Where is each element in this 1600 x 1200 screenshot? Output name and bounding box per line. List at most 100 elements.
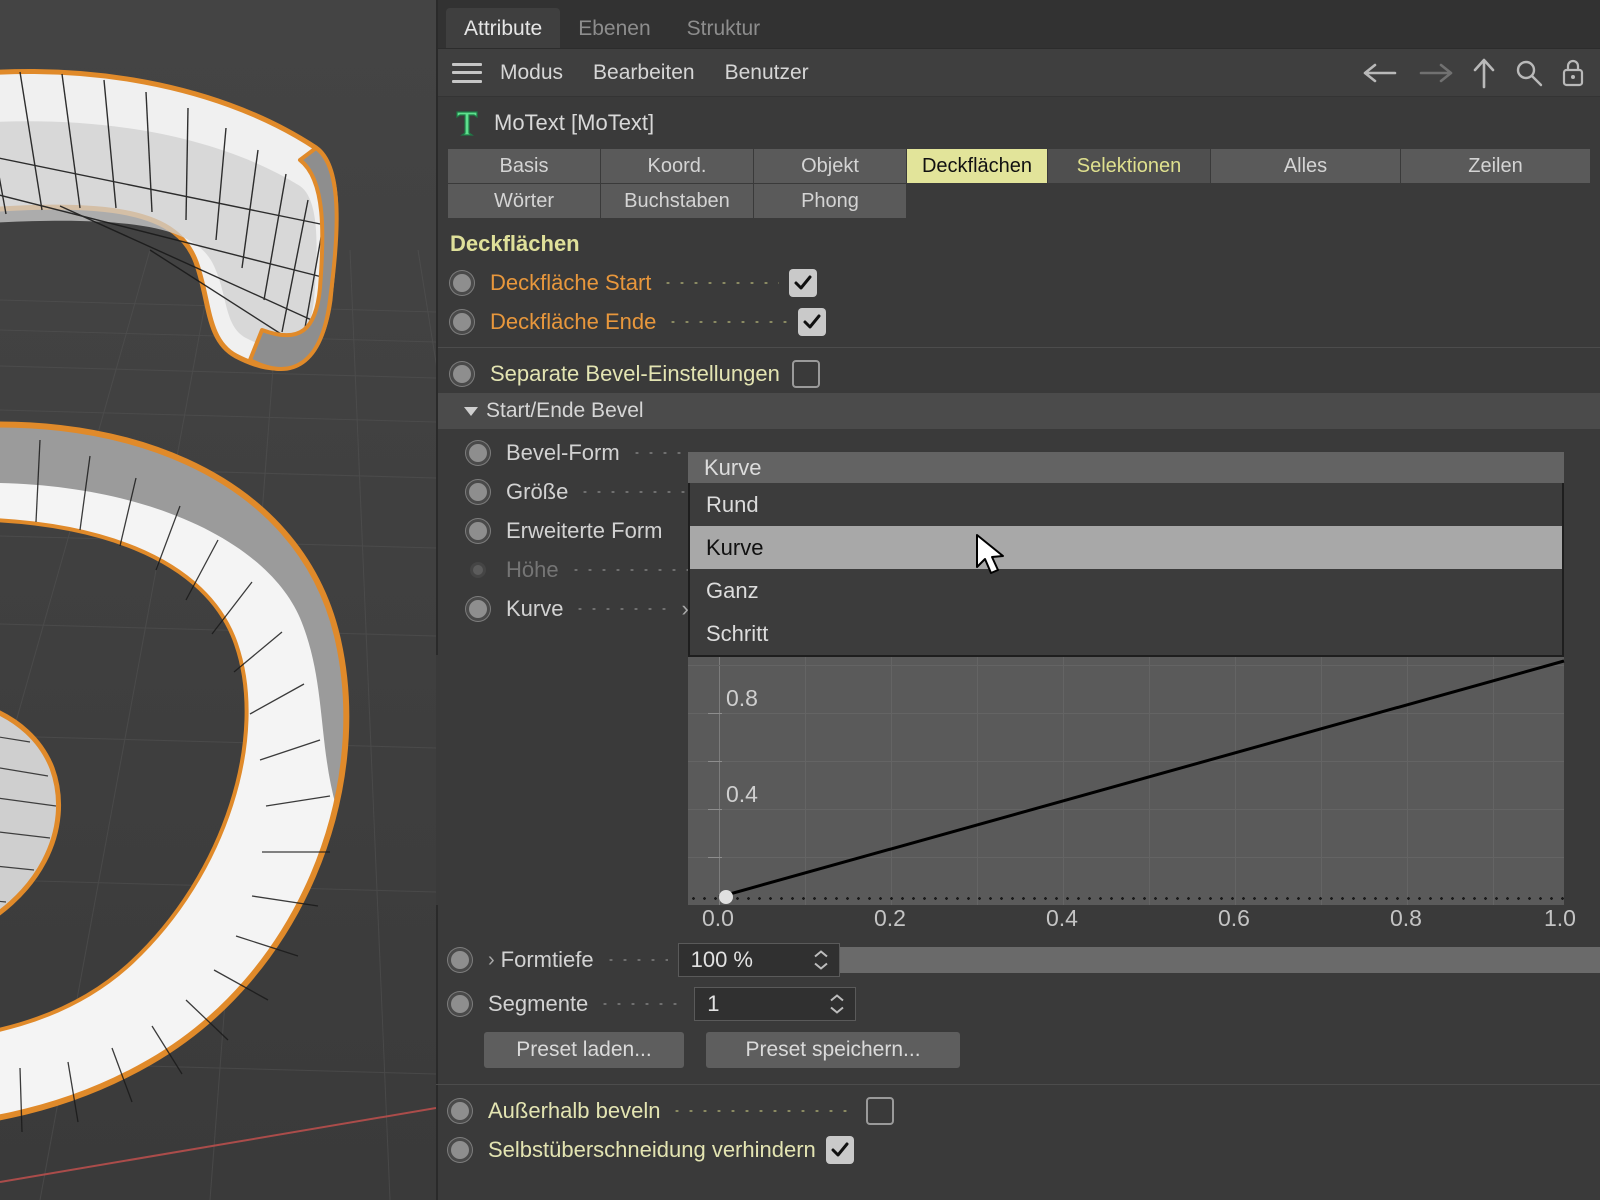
- group-header-start-ende-bevel[interactable]: Start/Ende Bevel: [438, 393, 1600, 429]
- dot-leader: [603, 959, 668, 961]
- atab-woerter[interactable]: Wörter: [448, 184, 600, 218]
- panel-menu-bar: Modus Bearbeiten Benutzer: [438, 49, 1600, 97]
- label-separate-bevel: Separate Bevel-Einstellungen: [490, 360, 780, 386]
- animation-track-bullet[interactable]: [466, 479, 490, 504]
- atab-phong[interactable]: Phong: [754, 184, 906, 218]
- label-selbstueberschneidung-verhindern: Selbstüberschneidung verhindern: [488, 1136, 816, 1162]
- dot-leader: [666, 320, 789, 323]
- up-arrow-icon[interactable]: [1470, 56, 1498, 90]
- preset-button-row: Preset laden... Preset speichern...: [436, 1026, 1600, 1076]
- label-deckflaeche-ende: Deckfläche Ende: [490, 308, 657, 334]
- checkbox-selbstueberschneidung[interactable]: [825, 1135, 854, 1164]
- divider: [436, 1084, 1600, 1085]
- attribute-tab-row-1: Basis Koord. Objekt Deckflächen Selektio…: [448, 149, 1590, 183]
- bevel-curve-line: [718, 659, 1565, 899]
- panel-tab-bar: Attribute Ebenen Struktur: [438, 0, 1600, 49]
- label-kurve: Kurve: [506, 595, 564, 621]
- animation-track-bullet[interactable]: [466, 596, 490, 621]
- dropdown-option-kurve[interactable]: Kurve: [690, 526, 1562, 569]
- row-deckflaeche-start[interactable]: Deckfläche Start: [438, 263, 1600, 302]
- row-formtiefe[interactable]: › Formtiefe 100 %: [436, 938, 1600, 982]
- viewport-render: [0, 0, 436, 1200]
- dot-leader: [578, 490, 699, 493]
- atab-buchstaben[interactable]: Buchstaben: [601, 184, 753, 218]
- label-hoehe: Höhe: [506, 556, 559, 582]
- search-icon[interactable]: [1514, 58, 1544, 88]
- segmente-input[interactable]: 1: [694, 987, 857, 1021]
- atab-koord[interactable]: Koord.: [601, 149, 753, 183]
- row-separate-bevel[interactable]: Separate Bevel-Einstellungen: [438, 354, 1600, 393]
- formtiefe-value: 100 %: [690, 947, 753, 972]
- label-ausserhalb-beveln: Außerhalb beveln: [488, 1097, 661, 1123]
- menu-benutzer[interactable]: Benutzer: [725, 61, 809, 85]
- atab-zeilen[interactable]: Zeilen: [1401, 149, 1590, 183]
- dropdown-option-rund[interactable]: Rund: [690, 483, 1562, 526]
- attribute-tab-row-2: Wörter Buchstaben Phong: [448, 184, 1590, 218]
- tab-struktur[interactable]: Struktur: [669, 8, 779, 48]
- dot-leader: [598, 1003, 685, 1005]
- formtiefe-input[interactable]: 100 %: [677, 943, 840, 977]
- tab-attribute[interactable]: Attribute: [446, 8, 561, 48]
- bevel-form-dropdown-list: Rund Kurve Ganz Schritt: [688, 483, 1564, 657]
- curve-control-point[interactable]: [719, 890, 733, 904]
- back-arrow-icon[interactable]: [1362, 60, 1400, 86]
- label-groesse: Größe: [506, 478, 569, 504]
- divider: [438, 347, 1600, 348]
- mouse-cursor: [976, 534, 1004, 574]
- forward-arrow-icon[interactable]: [1416, 60, 1454, 86]
- label-bevel-form: Bevel-Form: [506, 439, 620, 465]
- animation-track-bullet[interactable]: [450, 270, 474, 295]
- spinner-icon[interactable]: [813, 950, 829, 971]
- label-erweiterte-form: Erweiterte Form: [506, 517, 663, 543]
- chevron-down-icon: [464, 406, 478, 416]
- formtiefe-slider[interactable]: [839, 947, 1600, 973]
- animation-track-bullet[interactable]: [466, 518, 490, 543]
- preset-speichern-button[interactable]: Preset speichern...: [706, 1032, 960, 1068]
- atab-selektionen[interactable]: Selektionen: [1048, 149, 1210, 183]
- checkbox-deckflaeche-start[interactable]: [789, 268, 818, 297]
- lock-icon[interactable]: [1560, 57, 1586, 89]
- label-segmente: Segmente: [488, 991, 589, 1016]
- atab-deckflaechen[interactable]: Deckflächen: [907, 149, 1047, 183]
- attribute-tab-group: Basis Koord. Objekt Deckflächen Selektio…: [438, 149, 1600, 218]
- hamburger-icon[interactable]: [452, 62, 482, 83]
- checkbox-separate-bevel[interactable]: [791, 359, 820, 388]
- animation-track-bullet[interactable]: [448, 1137, 472, 1162]
- animation-track-bullet[interactable]: [448, 1098, 472, 1123]
- label-formtiefe: Formtiefe: [500, 947, 594, 972]
- tab-ebenen[interactable]: Ebenen: [560, 8, 668, 48]
- nav-icon-group: [1362, 49, 1586, 97]
- bevel-form-select[interactable]: Kurve: [688, 452, 1564, 483]
- atab-alles[interactable]: Alles: [1211, 149, 1400, 183]
- menu-modus[interactable]: Modus: [500, 61, 563, 85]
- object-title: MoText [MoText]: [494, 110, 655, 135]
- section-title: Deckflächen: [450, 231, 580, 256]
- atab-basis[interactable]: Basis: [448, 149, 600, 183]
- app-window: Attribute Ebenen Struktur Modus Bearbeit…: [0, 0, 1600, 1200]
- dot-leader: [670, 1109, 857, 1112]
- row-deckflaeche-ende[interactable]: Deckfläche Ende: [438, 302, 1600, 341]
- row-segmente[interactable]: Segmente 1: [436, 982, 1600, 1026]
- animation-track-bullet[interactable]: [450, 309, 474, 334]
- chevron-right-icon[interactable]: ›: [488, 949, 495, 972]
- atab-objekt[interactable]: Objekt: [754, 149, 906, 183]
- animation-track-bullet-disabled: [470, 561, 486, 578]
- dot-leader: [661, 281, 780, 284]
- row-ausserhalb-beveln[interactable]: Außerhalb beveln: [436, 1091, 1600, 1130]
- segmente-value: 1: [707, 991, 720, 1016]
- menu-bearbeiten[interactable]: Bearbeiten: [593, 61, 695, 85]
- animation-track-bullet[interactable]: [448, 992, 472, 1016]
- dropdown-option-ganz[interactable]: Ganz: [690, 569, 1562, 612]
- spinner-icon[interactable]: [829, 994, 845, 1015]
- checkbox-deckflaeche-ende[interactable]: [798, 307, 827, 336]
- animation-track-bullet[interactable]: [466, 440, 490, 465]
- animation-track-bullet[interactable]: [448, 948, 472, 972]
- motext-icon: [452, 106, 482, 140]
- dot-leader: [629, 451, 686, 454]
- animation-track-bullet[interactable]: [450, 361, 474, 386]
- preset-laden-button[interactable]: Preset laden...: [484, 1032, 684, 1068]
- row-selbstueberschneidung[interactable]: Selbstüberschneidung verhindern: [436, 1130, 1600, 1169]
- dropdown-option-schritt[interactable]: Schritt: [690, 612, 1562, 655]
- checkbox-ausserhalb-beveln[interactable]: [866, 1096, 895, 1125]
- 3d-viewport[interactable]: [0, 0, 436, 1200]
